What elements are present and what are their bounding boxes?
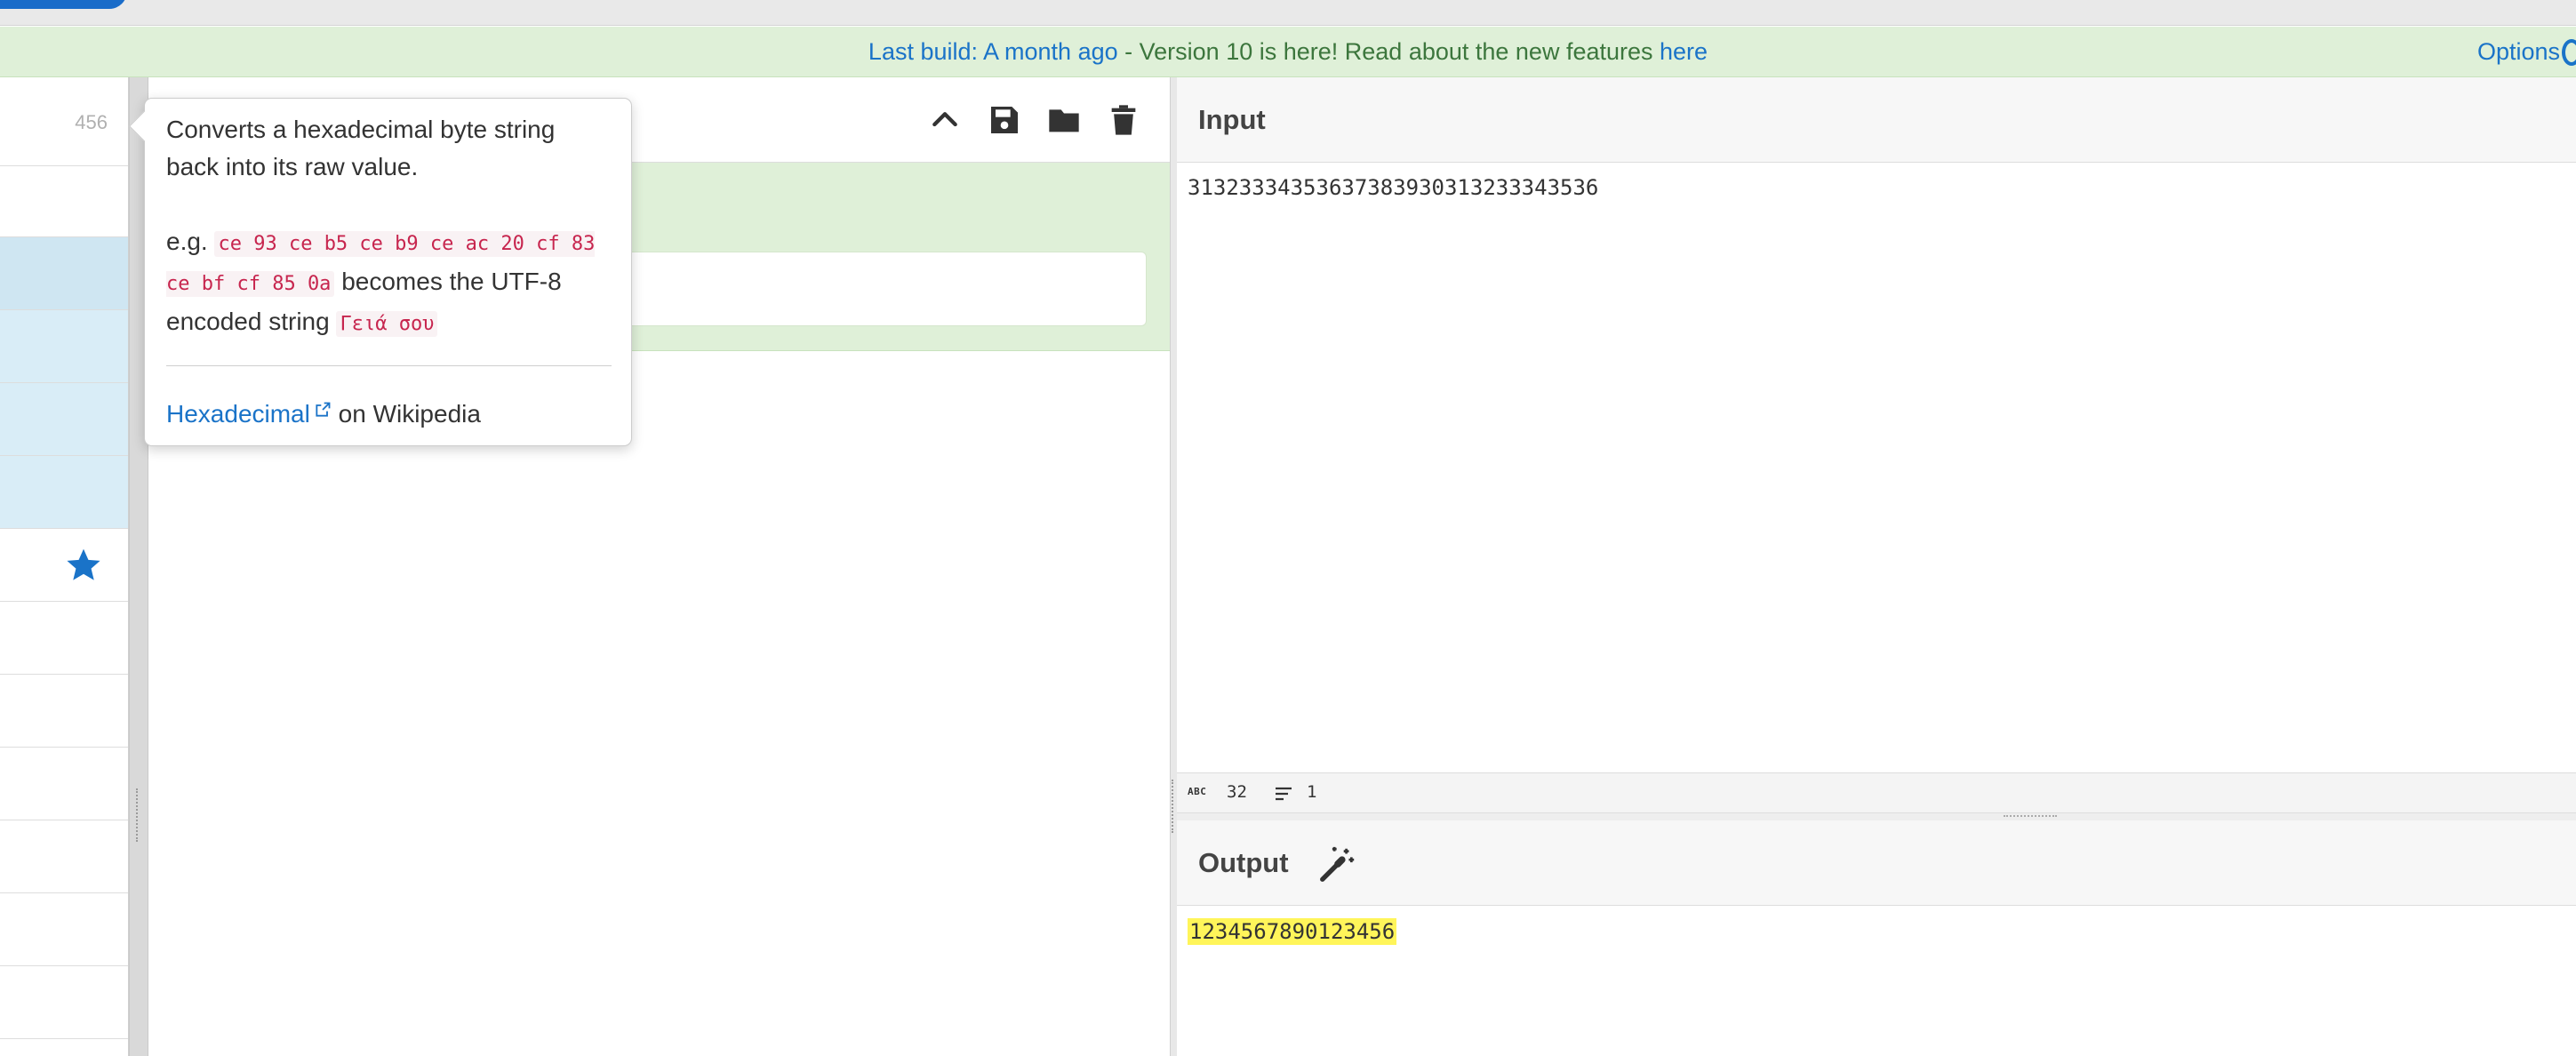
example-prefix: e.g. <box>166 228 215 255</box>
lines-icon <box>1276 787 1292 801</box>
operations-panel: 456 <box>0 77 129 1056</box>
operation-item[interactable] <box>0 310 128 383</box>
magic-wand-icon[interactable] <box>1317 844 1358 884</box>
popover-example: e.g. ce 93 ce b5 ce b9 ce ac 20 cf 83 ce… <box>166 223 615 343</box>
category-item[interactable] <box>0 893 128 966</box>
io-resize-gutter[interactable] <box>1177 813 2576 820</box>
output-text: 1234567890123456 <box>1188 918 1397 945</box>
trash-icon[interactable] <box>1106 102 1141 138</box>
input-length: 32 <box>1227 782 1247 802</box>
folder-icon[interactable] <box>1046 102 1082 138</box>
output-header: Output <box>1177 820 2576 906</box>
category-item[interactable] <box>0 820 128 893</box>
notice-version-text: - Version 10 is here! Read about the new… <box>1117 38 1660 65</box>
category-item[interactable] <box>0 748 128 820</box>
bake-button-edge[interactable] <box>0 0 127 9</box>
example-output: Γειά σου <box>336 311 438 337</box>
browser-top-strip <box>0 0 2576 26</box>
popover-divider <box>166 365 612 366</box>
operations-header: 456 <box>0 77 128 166</box>
operation-item[interactable] <box>0 456 128 529</box>
operation-item[interactable] <box>0 383 128 456</box>
notice-message: Last build: A month ago - Version 10 is … <box>0 27 2576 77</box>
input-line-count: 1 <box>1307 782 1317 802</box>
wikipedia-suffix: on Wikipedia <box>331 400 481 428</box>
notice-here-link[interactable]: here <box>1660 38 1708 65</box>
chevron-up-icon[interactable] <box>927 102 963 138</box>
save-icon[interactable] <box>987 102 1022 138</box>
popover-description: Converts a hexadecimal byte string back … <box>166 116 556 180</box>
output-title: Output <box>1198 847 1289 878</box>
input-title: Input <box>1198 104 1266 135</box>
notice-bar: Last build: A month ago - Version 10 is … <box>0 27 2576 77</box>
length-label: ABC <box>1188 786 1207 797</box>
gear-icon[interactable] <box>2562 39 2576 66</box>
operation-description-popover: Converts a hexadecimal byte string back … <box>129 98 632 446</box>
external-link-icon <box>316 402 331 417</box>
recipe-io-resize-gutter[interactable] <box>1170 77 1177 1056</box>
category-item[interactable] <box>0 675 128 748</box>
options-link[interactable]: Options <box>2477 27 2560 77</box>
category-item[interactable] <box>0 966 128 1039</box>
popover-wiki-line: Hexadecimal on Wikipedia <box>166 396 481 433</box>
input-header: Input <box>1177 77 2576 163</box>
gutter-grip <box>136 788 141 842</box>
favourites-category[interactable] <box>0 529 128 602</box>
input-status-bar: ABC 32 1 <box>1177 772 2576 813</box>
operations-count: 456 <box>75 111 108 133</box>
gutter-grip <box>1172 780 1175 833</box>
operations-search-input[interactable] <box>0 166 128 237</box>
operation-item[interactable] <box>0 237 128 310</box>
output-textarea[interactable]: 1234567890123456 <box>1177 906 2576 1056</box>
star-icon <box>67 548 100 580</box>
input-textarea[interactable]: 31323334353637383930313233343536 <box>1177 163 2576 772</box>
wikipedia-link[interactable]: Hexadecimal <box>166 400 310 428</box>
input-text: 31323334353637383930313233343536 <box>1188 175 1599 200</box>
last-build-link[interactable]: Last build: A month ago <box>868 38 1118 65</box>
category-item[interactable] <box>0 602 128 675</box>
gutter-grip <box>2004 815 2057 819</box>
